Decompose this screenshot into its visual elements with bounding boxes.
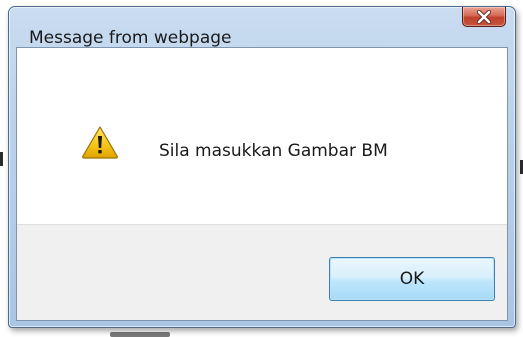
ok-button[interactable]: OK [329,257,495,301]
close-button[interactable] [462,7,506,27]
dialog-title-bar[interactable]: Message from webpage [9,7,515,47]
alert-dialog: Message from webpage Sila masukkan Gamba… [8,6,516,328]
background-edge-mark [0,152,3,166]
dialog-client-area: Sila masukkan Gambar BM OK [16,47,508,321]
close-icon [476,9,492,24]
background-scrollbar-fragment [110,332,170,337]
dialog-message: Sila masukkan Gambar BM [159,141,388,161]
dialog-button-row: OK [17,224,507,320]
message-area: Sila masukkan Gambar BM [17,48,507,224]
dialog-title: Message from webpage [29,28,232,48]
warning-icon [81,125,119,159]
